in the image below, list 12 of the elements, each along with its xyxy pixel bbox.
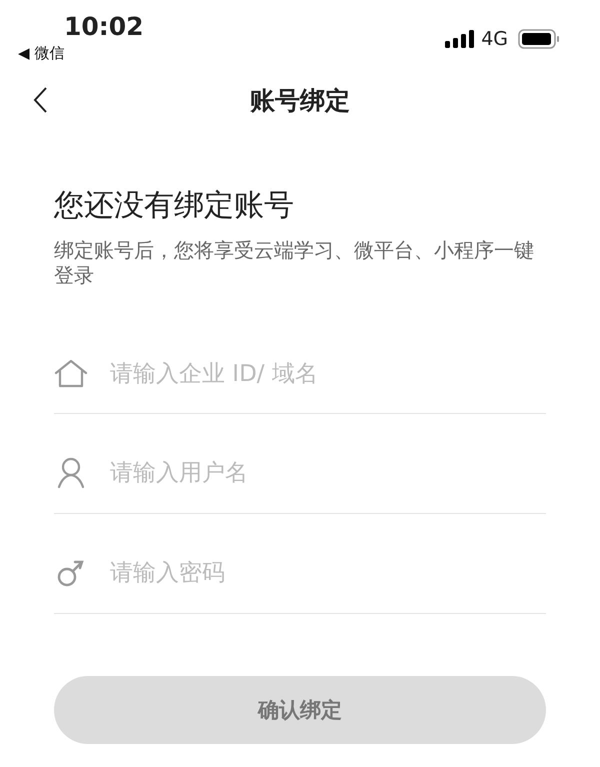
heading: 您还没有绑定账号 (54, 187, 295, 225)
battery-icon (518, 29, 560, 49)
input-field[interactable]: 请输入密码 (110, 556, 546, 590)
home-icon (54, 358, 88, 388)
input-field[interactable]: 请输入企业 ID/ 域名 (110, 356, 546, 390)
subtitle: 绑定账号后，您将享受云端学习、微平台、小程序一键登录 (54, 238, 535, 288)
signal-icon (445, 29, 476, 49)
status-time: 10:02 (64, 12, 144, 42)
input-field[interactable]: 请输入用户名 (110, 456, 546, 490)
network-label: 4G (481, 28, 508, 50)
page-title: 账号绑定 (250, 84, 350, 116)
back-to-app-link[interactable]: ◀ 微信 (18, 42, 144, 64)
